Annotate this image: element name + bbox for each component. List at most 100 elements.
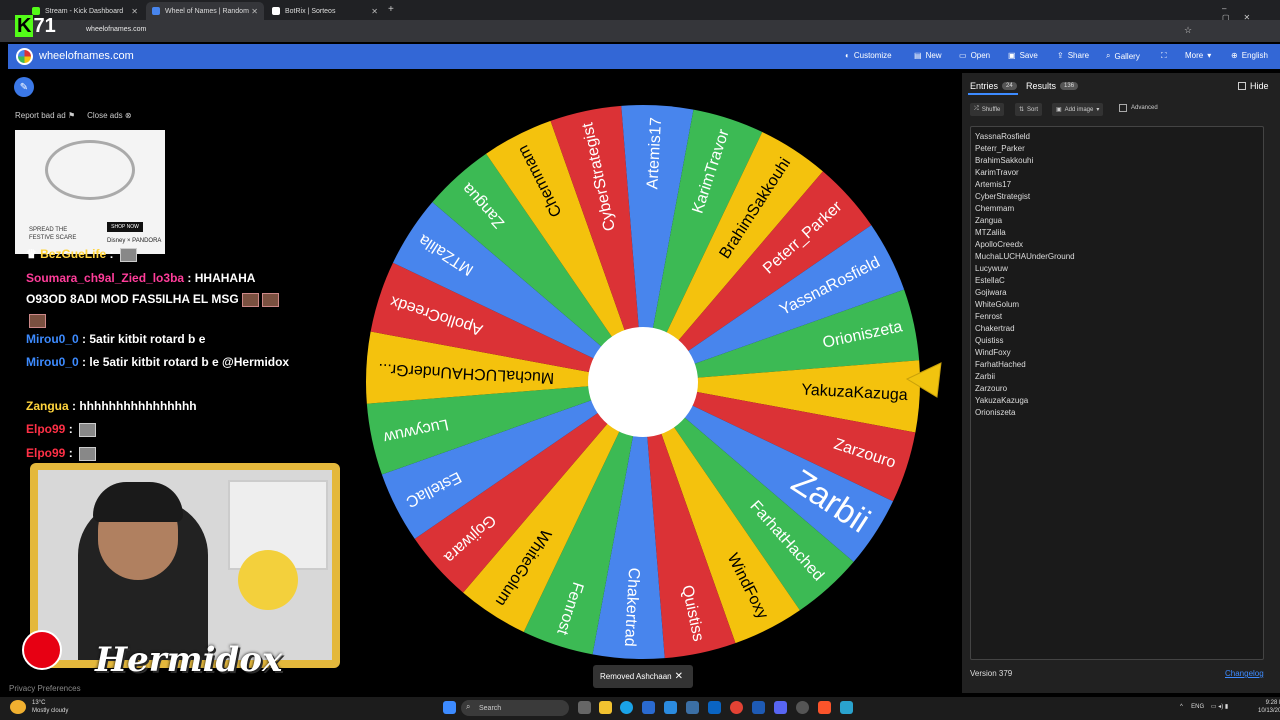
palette-icon: ◐ [845, 51, 850, 60]
weather-widget[interactable]: 13°C Mostly cloudy [32, 699, 68, 715]
entry-item[interactable]: ApolloCreedx [975, 239, 1075, 251]
entry-item[interactable]: YassnaRosfield [975, 131, 1075, 143]
outlook-icon[interactable] [708, 701, 721, 714]
wheel-of-names[interactable]: OrioniszetaYakuzaKazugaZarzouroZarbiiFar… [365, 100, 925, 660]
store-icon[interactable] [642, 701, 655, 714]
entry-item[interactable]: MTZalila [975, 227, 1075, 239]
edit-pencil-button[interactable]: ✎ [14, 77, 34, 97]
chevron-down-icon: ▾ [1096, 107, 1100, 113]
tab-wheel-of-names[interactable]: Wheel of Names | Random ✕ [146, 2, 264, 20]
entry-item[interactable]: Chemmam [975, 203, 1075, 215]
clock[interactable]: 9:28 PM10/13/2025 [1258, 699, 1280, 715]
close-icon[interactable]: ✕ [371, 7, 378, 16]
add-image-button[interactable]: ▣ Add image ▾ [1052, 103, 1104, 116]
entry-item[interactable]: Lucywuw [975, 263, 1075, 275]
open-button[interactable]: ▭ Open [959, 51, 990, 60]
site-name[interactable]: wheelofnames.com [39, 50, 134, 62]
emote-icon [79, 422, 97, 437]
privacy-preferences-link[interactable]: Privacy Preferences [9, 684, 81, 693]
language-button[interactable]: ⊕ English [1231, 51, 1268, 60]
changelog-link[interactable]: Changelog [1225, 669, 1264, 678]
entry-item[interactable]: MuchaLUCHAUnderGround [975, 251, 1075, 263]
advertisement[interactable]: SPREAD THE FESTIVE SCARE SHOP NOW Disney… [15, 130, 165, 254]
entry-item[interactable]: Gojiwara [975, 287, 1075, 299]
entry-item[interactable]: Peterr_Parker [975, 143, 1075, 155]
entry-item[interactable]: EstellaC [975, 275, 1075, 287]
entry-item[interactable]: Orioniszeta [975, 407, 1075, 419]
emote-icon [79, 446, 97, 461]
close-icon[interactable]: ✕ [675, 671, 683, 682]
checkbox-icon [1238, 82, 1246, 90]
new-button[interactable]: ▤ New [914, 51, 942, 60]
taskbar-search[interactable]: Search [461, 700, 569, 716]
obs-icon[interactable] [796, 701, 809, 714]
url-field[interactable]: wheelofnames.com [86, 26, 146, 33]
entry-item[interactable]: Zarbii [975, 371, 1075, 383]
entry-item[interactable]: WhiteGolum [975, 299, 1075, 311]
entry-item[interactable]: CyberStrategist [975, 191, 1075, 203]
app-icon[interactable] [840, 701, 853, 714]
entries-list: YassnaRosfield Peterr_Parker BrahimSakkouh… [975, 131, 1075, 419]
hide-toggle[interactable]: Hide [1238, 81, 1269, 91]
sort-button[interactable]: ⇅ Sort [1015, 103, 1043, 116]
bookmark-star-icon[interactable]: ☆ [1184, 25, 1192, 36]
brave-icon[interactable] [818, 701, 831, 714]
close-ads-link[interactable]: Close ads ⊗ [87, 111, 132, 120]
emote-icon [261, 292, 279, 307]
tab-botrix[interactable]: BotRix | Sorteos ✕ [266, 2, 384, 20]
entry-item[interactable]: Fenrost [975, 311, 1075, 323]
chevron-down-icon: ▾ [1207, 51, 1212, 60]
windows-start-icon[interactable] [443, 701, 456, 714]
chat-username: Elpo99 [26, 422, 66, 436]
checkbox-icon [1119, 104, 1127, 112]
wheel-center-button[interactable] [588, 327, 698, 437]
entry-item[interactable]: Artemis17 [975, 179, 1075, 191]
entry-item[interactable]: Chakertrad [975, 323, 1075, 335]
sort-icon: ⇅ [1019, 107, 1025, 113]
report-ad-link[interactable]: Report bad ad ⚑ [15, 111, 75, 120]
save-button[interactable]: ▣ Save [1008, 51, 1038, 60]
folder-icon: ▭ [959, 51, 967, 60]
ad-shop-button[interactable]: SHOP NOW [107, 222, 143, 232]
wheel-pointer-icon [905, 362, 942, 398]
app-icon[interactable] [686, 701, 699, 714]
webcam-video [38, 470, 332, 660]
new-tab-icon[interactable]: + [388, 4, 394, 15]
stream-overlay-count: K 71 [15, 15, 56, 37]
save-icon: ▣ [1008, 51, 1016, 60]
entry-item[interactable]: Quistiss [975, 335, 1075, 347]
tab-title: Stream - Kick Dashboard [45, 7, 124, 15]
app-icon[interactable] [664, 701, 677, 714]
chat-username: Zangua [26, 399, 69, 413]
shuffle-button[interactable]: ⤮ Shuffle [970, 103, 1005, 116]
chrome-icon[interactable] [730, 701, 743, 714]
advanced-checkbox[interactable]: Advanced [1119, 104, 1158, 112]
tab-entries[interactable]: Entries 24 [970, 81, 1017, 91]
tunisia-flag-icon [22, 630, 62, 670]
discord-icon[interactable] [774, 701, 787, 714]
file-icon: ▤ [914, 51, 922, 60]
share-icon: ⇪ [1057, 51, 1064, 60]
task-view-icon[interactable] [578, 701, 591, 714]
entry-item[interactable]: KarimTravor [975, 167, 1075, 179]
gallery-button[interactable]: ⌕ Gallery [1106, 51, 1140, 61]
share-button[interactable]: ⇪ Share [1057, 51, 1089, 60]
close-icon[interactable]: ✕ [131, 7, 138, 16]
word-icon[interactable] [752, 701, 765, 714]
crown-icon: ♛ [26, 247, 37, 261]
fullscreen-button[interactable]: ⛶ [1161, 51, 1167, 61]
entry-item[interactable]: FarhatHached [975, 359, 1075, 371]
edge-icon[interactable] [620, 701, 633, 714]
wheel-logo-icon[interactable] [16, 48, 33, 65]
entry-item[interactable]: WindFoxy [975, 347, 1075, 359]
entry-item[interactable]: Zangua [975, 215, 1075, 227]
tab-results[interactable]: Results 136 [1026, 81, 1079, 91]
customize-button[interactable]: ◐ Customize [845, 51, 892, 60]
system-tray[interactable]: ^ ENG ▭ ◂) ▮ [1180, 703, 1228, 710]
entry-item[interactable]: Zarzouro [975, 383, 1075, 395]
entry-item[interactable]: YakuzaKazuga [975, 395, 1075, 407]
close-icon[interactable]: ✕ [251, 7, 258, 16]
entry-item[interactable]: BrahimSakkouhi [975, 155, 1075, 167]
file-explorer-icon[interactable] [599, 701, 612, 714]
more-button[interactable]: More ▾ [1185, 51, 1211, 60]
